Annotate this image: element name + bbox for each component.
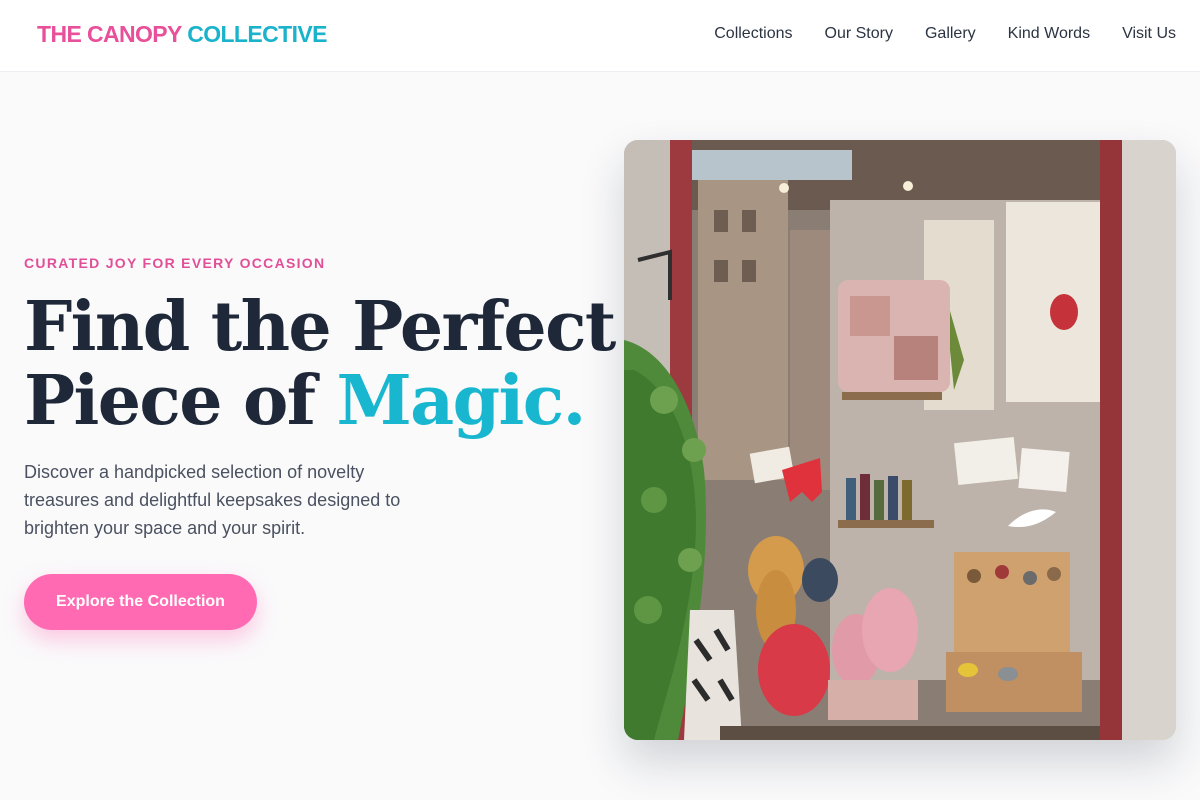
nav-item-kind-words[interactable]: Kind Words xyxy=(1008,25,1090,43)
brand-name-part1: THE CANOPY xyxy=(37,21,182,47)
site-header: THE CANOPY COLLECTIVE Collections Our St… xyxy=(0,0,1200,72)
hero-eyebrow: CURATED JOY FOR EVERY OCCASION xyxy=(24,255,326,271)
nav-item-visit-us[interactable]: Visit Us xyxy=(1122,25,1176,43)
headline-accent: Magic. xyxy=(336,361,586,441)
headline-line1: Find the Perfect xyxy=(24,287,616,367)
nav-item-gallery[interactable]: Gallery xyxy=(925,25,976,43)
nav-item-collections[interactable]: Collections xyxy=(714,25,792,43)
explore-collection-button[interactable]: Explore the Collection xyxy=(24,574,257,630)
hero-headline: Find the Perfect Piece of Magic. xyxy=(24,290,624,438)
hero-description: Discover a handpicked selection of novel… xyxy=(24,462,401,538)
main-nav: Collections Our Story Gallery Kind Words… xyxy=(714,25,1176,43)
shop-window-photo xyxy=(624,140,1176,740)
shop-window-illustration xyxy=(624,140,1176,740)
brand-name-part2: COLLECTIVE xyxy=(187,21,327,47)
brand-logo[interactable]: THE CANOPY COLLECTIVE xyxy=(37,21,327,48)
nav-item-our-story[interactable]: Our Story xyxy=(825,25,893,43)
headline-line2-prefix: Piece of xyxy=(24,361,316,441)
